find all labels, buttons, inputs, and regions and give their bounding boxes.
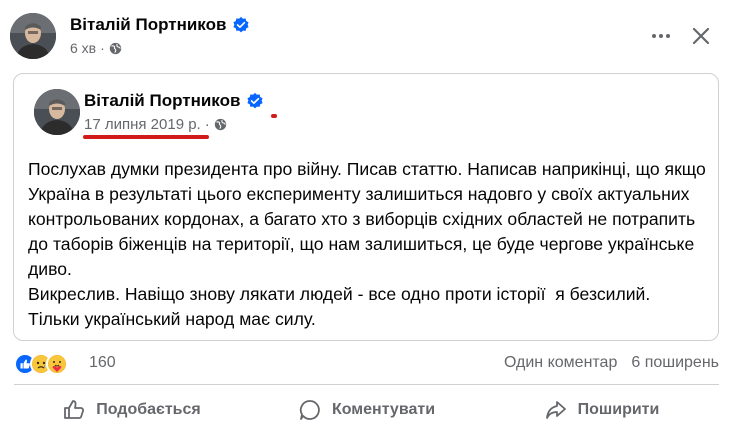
globe-icon[interactable] (214, 118, 227, 131)
reaction-count[interactable]: 160 (89, 354, 116, 372)
share-button[interactable]: Поширити (484, 390, 719, 430)
like-button-label: Подобається (96, 401, 201, 418)
shared-author-name[interactable]: Віталій Портников (84, 91, 264, 111)
comment-icon (299, 400, 320, 420)
meta-separator: · (100, 40, 105, 56)
more-options-button[interactable] (649, 24, 673, 48)
annotation-dot (271, 114, 277, 118)
author-name-text: Віталій Портников (70, 15, 227, 34)
more-dots-icon (652, 34, 670, 38)
shared-author-avatar[interactable] (34, 89, 80, 135)
post-header: Віталій Портников 6 хв · (10, 10, 721, 62)
comment-button-label: Коментувати (331, 401, 436, 418)
action-bar: Подобається Коментувати Поширити (14, 390, 719, 430)
thumbs-up-icon (64, 400, 85, 419)
comment-button[interactable]: Коментувати (249, 390, 484, 430)
reaction-icons[interactable] (14, 353, 68, 375)
close-icon (692, 27, 710, 45)
post-paragraph: Викреслив. Навіщо знову лякати людей - в… (28, 284, 651, 304)
divider (14, 384, 719, 385)
like-button[interactable]: Подобається (14, 390, 249, 430)
post-meta: 6 хв · (70, 40, 122, 56)
meta-separator: · (204, 116, 210, 133)
share-button-label: Поширити (577, 401, 660, 418)
comments-count[interactable]: Один коментар (504, 354, 617, 372)
author-name[interactable]: Віталій Портников (70, 15, 250, 35)
shared-post-meta: 17 липня 2019 р. · (84, 116, 227, 133)
close-button[interactable] (687, 22, 715, 50)
shares-count[interactable]: 6 поширень (631, 354, 719, 372)
reactions-bar: 160 Один коментар 6 поширень (14, 351, 719, 377)
shared-post-card[interactable]: Віталій Портников 17 липня 2019 р. · Пос… (13, 73, 719, 341)
post-paragraph: Послухав думки президента про війну. Пис… (28, 159, 711, 279)
post-time[interactable]: 6 хв (70, 40, 96, 56)
post-text: Послухав думки президента про війну. Пис… (28, 157, 712, 332)
shared-post-date[interactable]: 17 липня 2019 р. (84, 116, 201, 133)
care-icon (46, 353, 68, 375)
globe-icon[interactable] (109, 42, 122, 55)
shared-post: Віталій Портников 6 хв · Віталій Портник… (0, 0, 731, 436)
post-paragraph: Тільки український народ має силу. (28, 309, 316, 329)
verified-badge-icon (233, 16, 249, 33)
author-avatar[interactable] (10, 13, 56, 59)
post-stats: Один коментар 6 поширень (504, 354, 719, 372)
verified-badge-icon (247, 92, 263, 109)
annotation-underline (83, 135, 209, 139)
share-icon (545, 401, 566, 419)
shared-author-name-text: Віталій Портников (84, 91, 241, 110)
